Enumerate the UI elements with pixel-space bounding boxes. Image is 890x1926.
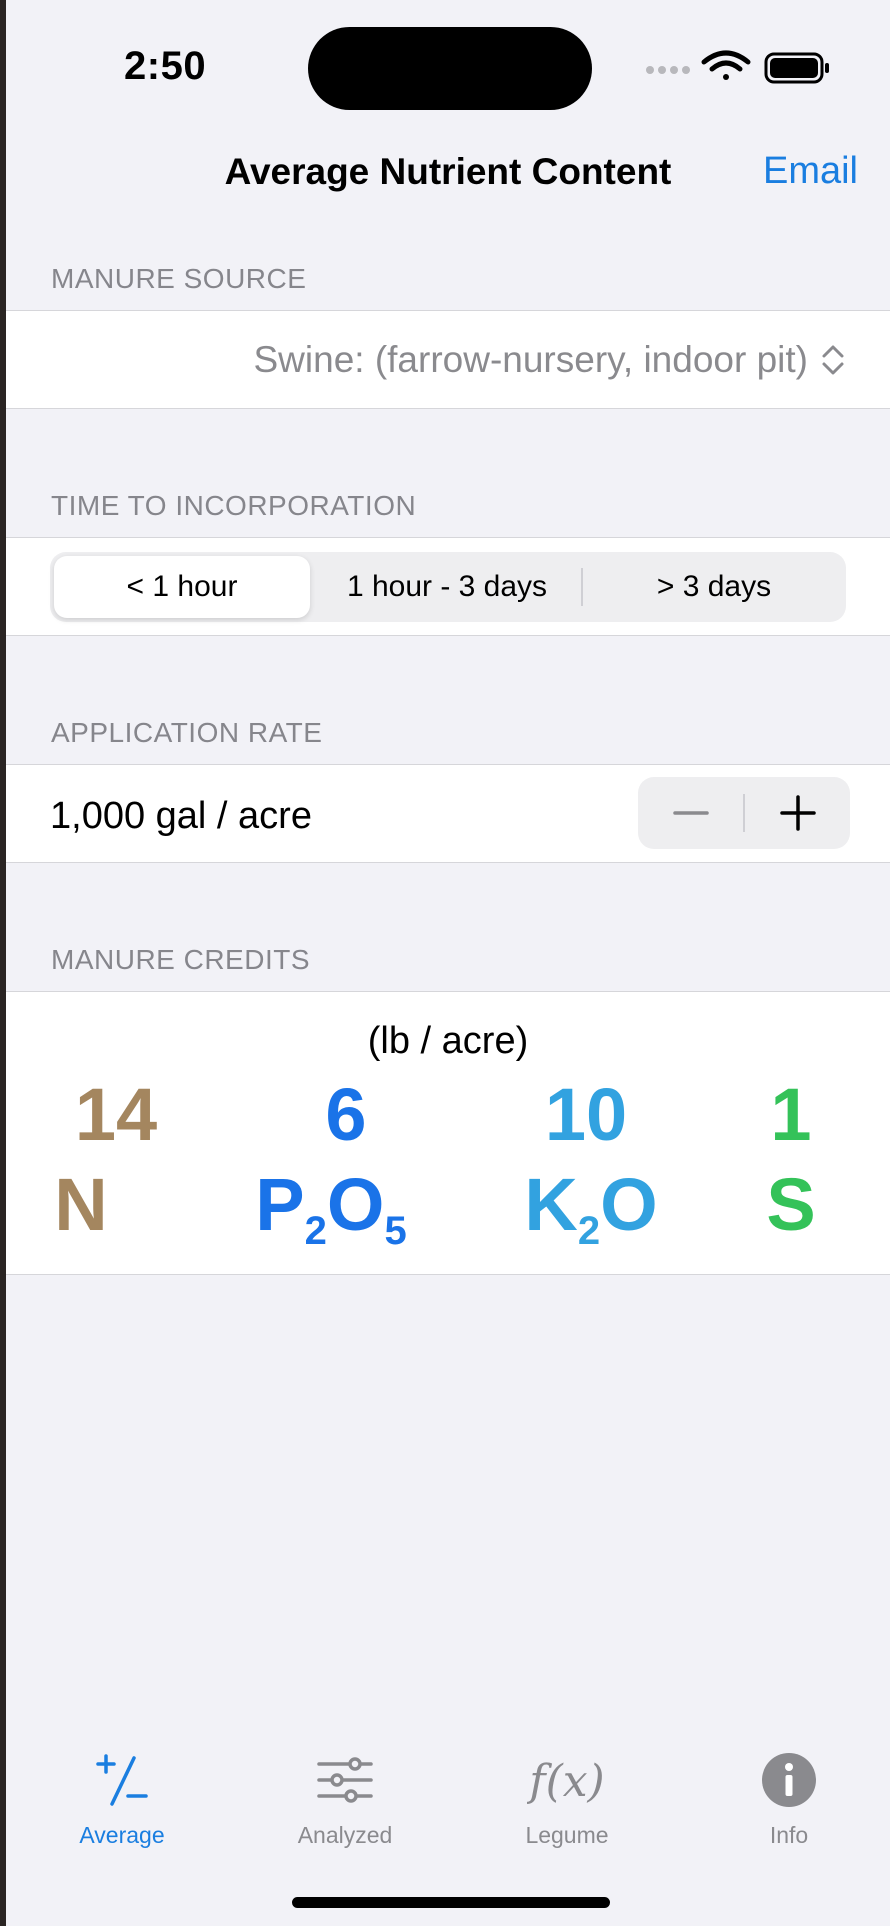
svg-text:ƒ(x): ƒ(x) (527, 1756, 605, 1807)
segment-less-than-1-hour[interactable]: < 1 hour (54, 556, 310, 618)
dynamic-island (308, 27, 592, 110)
sulfur-label: S (766, 1163, 816, 1246)
status-icons (646, 50, 829, 84)
phosphate-symbol-o: O (326, 1163, 385, 1246)
phosphate-value: 6 (325, 1073, 367, 1156)
tab-info[interactable]: Info (689, 1750, 889, 1849)
manure-credits-header: MANURE CREDITS (51, 944, 311, 975)
application-rate-value: 1,000 gal / acre (50, 795, 312, 837)
chevron-up-down-icon (822, 345, 844, 375)
rate-stepper (638, 777, 850, 849)
sulfur-value: 1 (770, 1073, 812, 1156)
tab-legume-label: Legume (525, 1822, 609, 1848)
tab-info-label: Info (769, 1822, 809, 1848)
phosphate-subscript-2: 2 (304, 1209, 327, 1253)
phosphate-symbol-p: P (255, 1163, 305, 1246)
battery-icon (764, 52, 829, 84)
potash-symbol-o: O (600, 1163, 658, 1246)
application-rate-row: 1,000 gal / acre (6, 764, 890, 863)
potash-symbol-k: K (524, 1163, 578, 1246)
tab-analyzed[interactable]: Analyzed (245, 1750, 445, 1849)
decrement-button[interactable] (638, 777, 743, 849)
manure-source-value: Swine: (farrow-nursery, indoor pit) (253, 339, 809, 380)
sliders-icon (317, 1757, 373, 1803)
wifi-icon (701, 50, 751, 80)
email-button[interactable]: Email (763, 150, 858, 193)
application-rate-header: APPLICATION RATE (51, 717, 323, 748)
nitrogen-label: N (54, 1163, 108, 1246)
info-icon (762, 1753, 816, 1807)
manure-source-row[interactable]: Swine: (farrow-nursery, indoor pit) (6, 310, 890, 409)
nitrogen-value: 14 (74, 1073, 158, 1156)
incorporation-segmented-control: < 1 hour 1 hour - 3 days > 3 days (50, 552, 846, 622)
function-icon: ƒ(x) (527, 1756, 605, 1807)
page-title: Average Nutrient Content (224, 151, 672, 192)
plus-minus-icon (96, 1754, 148, 1806)
manure-source-header: MANURE SOURCE (51, 263, 307, 294)
app-screen: 2:50 Average Nutrient Content Email MANU… (6, 0, 890, 1926)
segment-divider (581, 568, 583, 606)
phosphate-subscript-5: 5 (384, 1209, 407, 1253)
home-indicator (292, 1897, 610, 1908)
increment-button[interactable] (745, 777, 850, 849)
segment-1-hour-3-days[interactable]: 1 hour - 3 days (316, 556, 578, 618)
incorporation-row: < 1 hour 1 hour - 3 days > 3 days (6, 537, 890, 636)
incorporation-header: TIME TO INCORPORATION (51, 490, 417, 521)
tab-average[interactable]: Average (22, 1750, 222, 1849)
manure-source-picker[interactable]: Swine: (farrow-nursery, indoor pit) (254, 339, 847, 381)
potash-subscript-2: 2 (577, 1209, 601, 1253)
signal-icon (646, 66, 690, 74)
status-time: 2:50 (124, 44, 207, 88)
phosphate-label: P2O5 (246, 1162, 416, 1253)
credits-units: (lb / acre) (367, 1020, 529, 1062)
plus-icon (780, 795, 816, 831)
segment-more-than-3-days[interactable]: > 3 days (586, 556, 842, 618)
potash-label: K2O (516, 1162, 666, 1253)
manure-credits-panel: (lb / acre) 14 N 6 P2O5 10 K2O 1 S (6, 991, 890, 1275)
tab-legume[interactable]: ƒ(x) Legume (467, 1750, 667, 1849)
tab-analyzed-label: Analyzed (297, 1822, 393, 1848)
tab-average-label: Average (79, 1822, 165, 1848)
potash-value: 10 (544, 1073, 628, 1156)
